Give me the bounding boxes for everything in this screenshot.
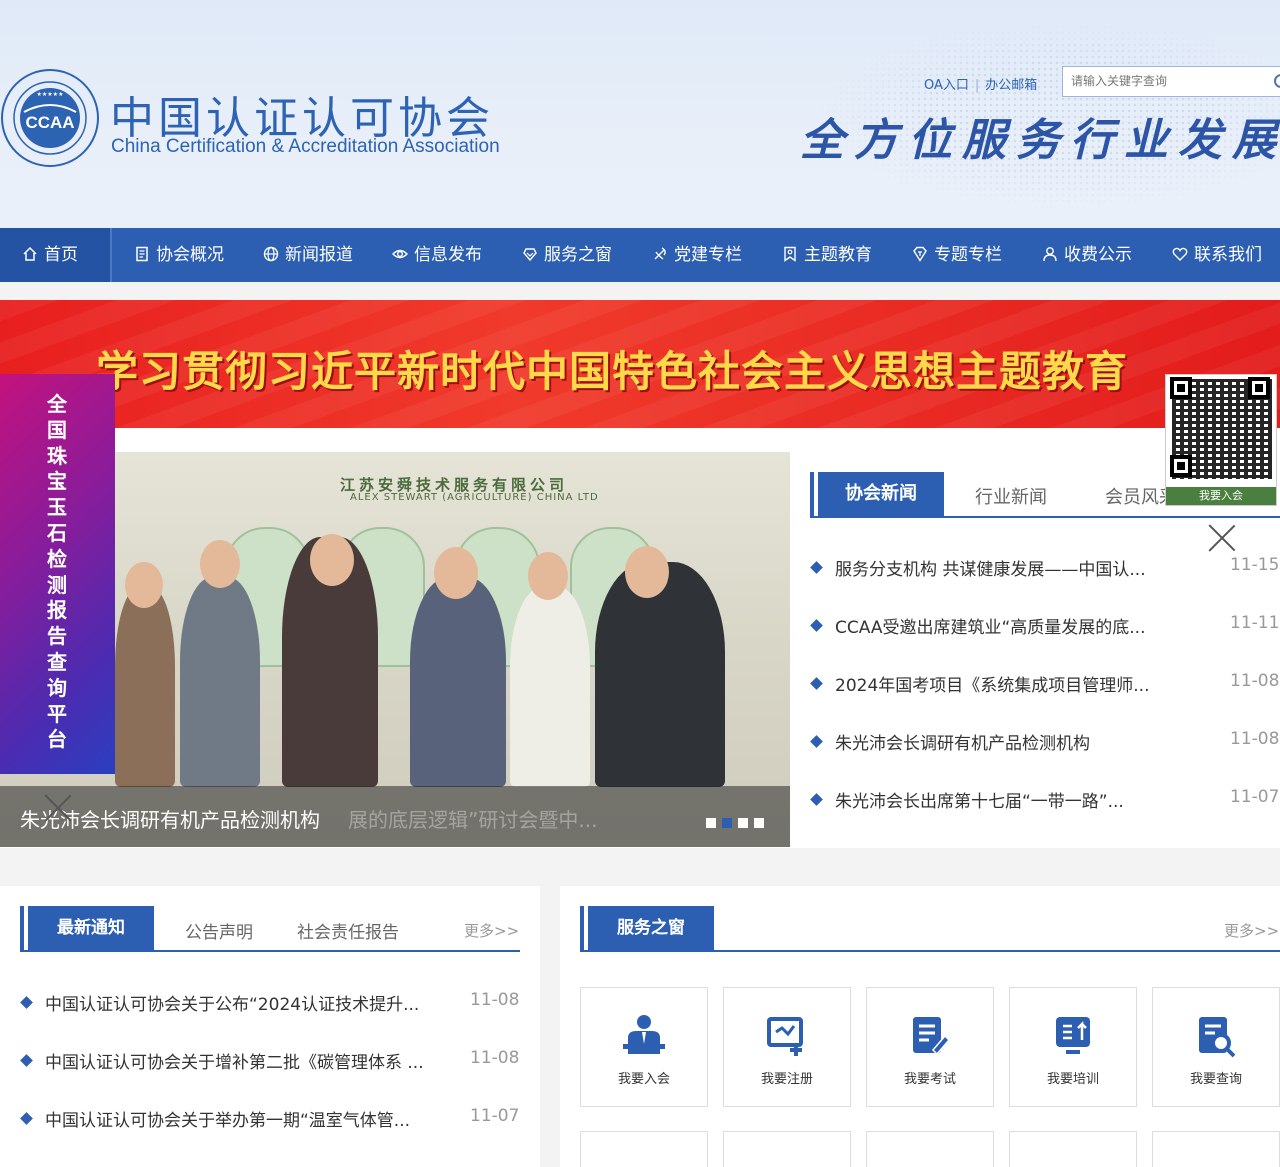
service-tile-partial[interactable] [866, 1131, 994, 1167]
service-training[interactable]: 我要培训 [1009, 987, 1137, 1107]
notices-tabs: 最新通知 公告声明 社会责任报告 更多>> [20, 906, 520, 952]
bullet-icon [810, 677, 823, 690]
tab-social-responsibility[interactable]: 社会责任报告 [297, 918, 399, 943]
news-item[interactable]: 服务分支机构 共谋健康发展——中国认... 11-15 [810, 555, 1280, 585]
service-tile-partial[interactable] [1152, 1131, 1280, 1167]
notice-item[interactable]: 中国认证认可协会关于举办第一期“温室气体管... 11-07 [20, 1106, 540, 1134]
service-tile-partial[interactable] [1009, 1131, 1137, 1167]
slider-dot[interactable] [754, 818, 764, 828]
svg-text:★★★★★: ★★★★★ [37, 91, 64, 98]
bullet-icon [810, 793, 823, 806]
services-more-link[interactable]: 更多>> [1224, 920, 1279, 941]
services-card: 服务之窗 更多>> 我要入会 我要注册 我要考试 我要培训 我要查询 [560, 886, 1280, 1167]
user-icon [1043, 247, 1057, 262]
search-input[interactable]: 请输入关键字查询 [1062, 66, 1280, 97]
bullet-icon [20, 1054, 33, 1067]
bullet-icon [810, 735, 823, 748]
news-item[interactable]: 朱光沛会长出席第十七届“一带一路”... 11-07 [810, 787, 1280, 817]
bullet-icon [810, 619, 823, 632]
qr-label[interactable]: 我要入会 [1166, 487, 1276, 505]
notice-item[interactable]: 中国认证认可协会关于公布“2024认证技术提升... 11-08 [20, 990, 540, 1018]
notice-item[interactable]: 中国认证认可协会关于增补第二批《碳管理体系 ... 11-08 [20, 1048, 540, 1076]
slider-dot[interactable] [706, 818, 716, 828]
org-name-en: China Certification & Accreditation Asso… [111, 136, 500, 157]
nav-item-education[interactable]: 主题教育 [782, 228, 872, 282]
service-tile-partial[interactable] [580, 1131, 708, 1167]
services-header: 服务之窗 更多>> [580, 906, 1280, 952]
training-icon [1056, 1017, 1090, 1054]
news-item[interactable]: 朱光沛会长调研有机产品检测机构 11-08 [810, 729, 1280, 759]
close-ad-icon[interactable] [44, 790, 72, 818]
service-register[interactable]: 我要注册 [723, 987, 851, 1107]
tab-association-news[interactable]: 协会新闻 [810, 472, 944, 516]
service-tile-partial[interactable] [723, 1131, 851, 1167]
notices-more-link[interactable]: 更多>> [464, 920, 519, 941]
theme-banner[interactable]: 学习贯彻习近平新时代中国特色社会主义思想主题教育 [0, 300, 1280, 428]
nav-item-home[interactable]: 首页 [0, 228, 110, 282]
party-icon [654, 247, 666, 260]
tab-industry-news[interactable]: 行业新闻 [975, 483, 1047, 509]
nav-item-news[interactable]: 新闻报道 [263, 228, 353, 282]
banner-text: 学习贯彻习近平新时代中国特色社会主义思想主题教育 [96, 347, 1129, 396]
exam-icon [913, 1017, 951, 1056]
nav-item-party[interactable]: 党建专栏 [652, 228, 742, 282]
bullet-icon [810, 561, 823, 574]
tag-icon [913, 246, 927, 262]
jewelry-report-ad[interactable]: 全国珠宝玉石检测报告查询平台 [0, 374, 115, 774]
bookmark-icon [784, 246, 796, 262]
nav-item-topics[interactable]: 专题专栏 [912, 228, 1002, 282]
slider-dot[interactable] [738, 818, 748, 828]
service-join[interactable]: 我要入会 [580, 987, 708, 1107]
tab-latest-notices[interactable]: 最新通知 [20, 906, 154, 950]
ccaa-logo[interactable]: CCAA ★★★★★ [0, 68, 100, 168]
site-header: CCAA ★★★★★ 中国认证认可协会 China Certification … [0, 0, 1280, 228]
slider-wall-subtitle: ALEX STEWART (AGRICULTURE) CHINA LTD [350, 492, 599, 503]
main-nav: 首页 协会概况 新闻报道 信息发布 服务之窗 党建专栏 主题教育 专题专栏 收费… [0, 228, 1280, 282]
slider-dot-active[interactable] [722, 818, 732, 828]
slider-dots [706, 813, 770, 832]
logo-text: CCAA [25, 113, 74, 132]
tab-announcements[interactable]: 公告声明 [185, 918, 253, 943]
nav-item-contact[interactable]: 联系我们 [1172, 228, 1262, 282]
close-qr-icon[interactable] [1208, 520, 1236, 548]
services-title: 服务之窗 [580, 906, 714, 950]
join-qr-code[interactable]: 我要入会 [1165, 374, 1277, 506]
service-icon [523, 248, 537, 262]
bullet-icon [20, 996, 33, 1009]
query-icon [1199, 1017, 1236, 1058]
slogan: 全方位服务行业发展 [800, 115, 1280, 166]
bullet-icon [20, 1112, 33, 1125]
eye-icon [392, 249, 408, 259]
nav-item-fees[interactable]: 收费公示 [1042, 228, 1132, 282]
service-exam[interactable]: 我要考试 [866, 987, 994, 1107]
member-icon [623, 1015, 665, 1054]
document-icon [136, 246, 148, 262]
heart-icon [1172, 247, 1188, 261]
nav-item-service[interactable]: 服务之窗 [522, 228, 612, 282]
oa-link[interactable]: OA入口 [924, 78, 969, 93]
nav-item-about[interactable]: 协会概况 [134, 228, 224, 282]
top-links: OA入口 | 办公邮箱 [924, 78, 1038, 93]
news-item[interactable]: CCAA受邀出席建筑业“高质量发展的底... 11-11 [810, 613, 1280, 643]
news-item[interactable]: 2024年国考项目《系统集成项目管理师... 11-08 [810, 671, 1280, 701]
register-icon [767, 1017, 803, 1056]
home-icon [23, 246, 37, 261]
globe-icon [263, 246, 279, 262]
side-ad-text: 全国珠宝玉石检测报告查询平台 [47, 392, 67, 752]
nav-item-info[interactable]: 信息发布 [392, 228, 482, 282]
service-query[interactable]: 我要查询 [1152, 987, 1280, 1107]
mail-link[interactable]: 办公邮箱 [985, 78, 1037, 93]
slider-caption-overlap: 展的底层逻辑”研讨会暨中... [348, 808, 598, 832]
